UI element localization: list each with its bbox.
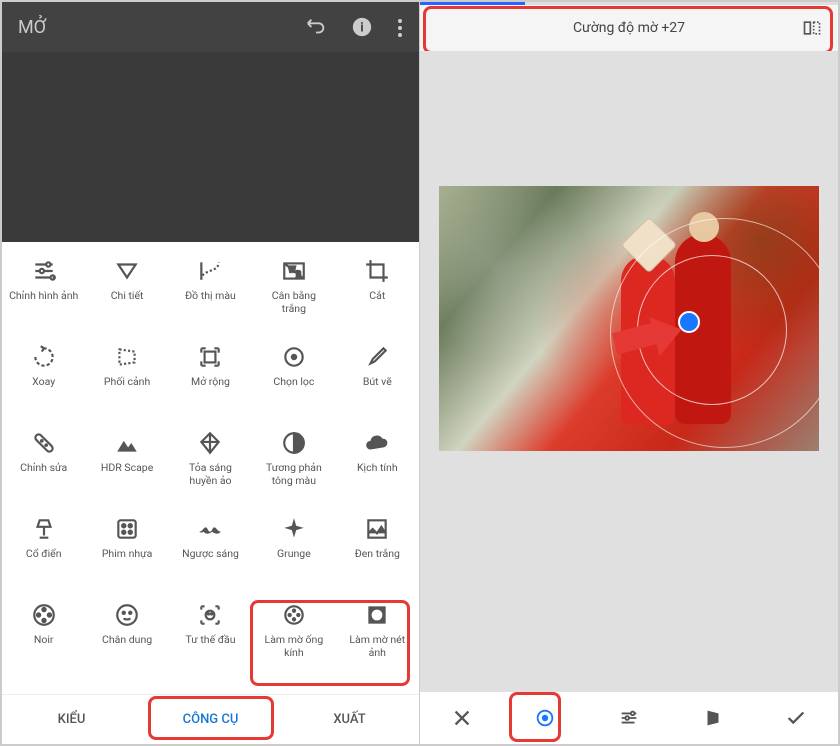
brush-icon xyxy=(364,344,390,370)
tool-lens-blur[interactable]: Làm mờ ống kính xyxy=(252,598,335,684)
tool-rotate[interactable]: Xoay xyxy=(2,340,85,426)
bandage-icon xyxy=(31,430,57,456)
tool-head-pose[interactable]: Tư thế đầu xyxy=(169,598,252,684)
editing-canvas[interactable] xyxy=(420,51,838,692)
sparkle-icon xyxy=(281,516,307,542)
left-phone-panel: MỞ i Chỉnh hình ảnh Chi tiết Đồ thị màu … xyxy=(2,2,420,744)
contrast-icon xyxy=(281,430,307,456)
bottom-tabs: KIỂU CÔNG CỤ XUẤT xyxy=(2,694,419,744)
style-button[interactable] xyxy=(671,707,755,729)
face-icon xyxy=(114,602,140,628)
svg-text:W: W xyxy=(288,265,295,274)
tool-drama[interactable]: Kịch tính xyxy=(336,426,419,512)
dice-icon xyxy=(114,516,140,542)
tool-selective[interactable]: Chọn lọc xyxy=(252,340,335,426)
face-scan-icon xyxy=(197,602,223,628)
svg-text:B: B xyxy=(296,269,301,278)
tab-export[interactable]: XUẤT xyxy=(280,695,419,744)
tool-crop[interactable]: Cắt xyxy=(336,254,419,340)
mustache-icon xyxy=(197,516,223,542)
info-icon[interactable]: i xyxy=(351,16,373,38)
left-topbar: MỞ i xyxy=(2,2,419,52)
tool-white-balance[interactable]: WBCân bằng trắng xyxy=(252,254,335,340)
tool-black-white[interactable]: Đen trắng xyxy=(336,512,419,598)
tool-brush[interactable]: Bút vẽ xyxy=(336,340,419,426)
diamond-icon xyxy=(197,430,223,456)
perspective-icon xyxy=(114,344,140,370)
lens-blur-icon xyxy=(281,602,307,628)
tool-vintage[interactable]: Cổ điển xyxy=(2,512,85,598)
tool-grainy-film[interactable]: Phim nhựa xyxy=(85,512,168,598)
photo-preview xyxy=(439,186,819,451)
tool-glamour-glow[interactable]: Tỏa sáng huyền ảo xyxy=(169,426,252,512)
rotate-icon xyxy=(31,344,57,370)
crop-icon xyxy=(364,258,390,284)
compare-icon[interactable] xyxy=(802,18,822,38)
tool-hdr-scape[interactable]: HDR Scape xyxy=(85,426,168,512)
undo-icon[interactable] xyxy=(305,16,327,38)
curve-icon xyxy=(197,258,223,284)
tool-grunge[interactable]: Grunge xyxy=(252,512,335,598)
right-bottom-bar xyxy=(420,692,838,744)
vignette-icon xyxy=(364,602,390,628)
tool-portrait[interactable]: Chân dung xyxy=(85,598,168,684)
tools-grid: Chỉnh hình ảnh Chi tiết Đồ thị màu WBCân… xyxy=(2,242,419,694)
tune-icon xyxy=(31,258,57,284)
mountains-icon xyxy=(114,430,140,456)
tool-perspective[interactable]: Phối cảnh xyxy=(85,340,168,426)
tool-details[interactable]: Chi tiết xyxy=(85,254,168,340)
adjust-button[interactable] xyxy=(587,707,671,729)
tab-style[interactable]: KIỂU xyxy=(2,695,141,744)
blur-shape-button[interactable] xyxy=(504,707,588,729)
tool-curves[interactable]: Đồ thị màu xyxy=(169,254,252,340)
left-image-preview xyxy=(2,52,419,242)
target-icon xyxy=(281,344,307,370)
right-phone-panel: Cường độ mờ +27 xyxy=(420,2,838,744)
open-label[interactable]: MỞ xyxy=(18,17,305,38)
triangle-down-icon xyxy=(114,258,140,284)
image-icon xyxy=(364,516,390,542)
cancel-button[interactable] xyxy=(420,707,504,729)
more-icon[interactable] xyxy=(397,16,403,38)
tab-tools[interactable]: CÔNG CỤ xyxy=(141,695,280,744)
tool-vignette[interactable]: Làm mờ nét ảnh xyxy=(336,598,419,684)
wb-icon: WB xyxy=(281,258,307,284)
cloud-icon xyxy=(364,430,390,456)
reel-icon xyxy=(31,602,57,628)
blur-strength-label: Cường độ mờ +27 xyxy=(573,20,685,36)
apply-button[interactable] xyxy=(754,707,838,729)
tool-healing[interactable]: Chỉnh sửa xyxy=(2,426,85,512)
tool-noir[interactable]: Noir xyxy=(2,598,85,684)
svg-text:i: i xyxy=(360,21,363,36)
expand-icon xyxy=(197,344,223,370)
lamp-icon xyxy=(31,516,57,542)
tool-tune-image[interactable]: Chỉnh hình ảnh xyxy=(2,254,85,340)
tool-tonal-contrast[interactable]: Tương phản tông màu xyxy=(252,426,335,512)
tool-retrolux[interactable]: Ngược sáng xyxy=(169,512,252,598)
blur-strength-header: Cường độ mờ +27 xyxy=(420,5,838,51)
tool-expand[interactable]: Mở rộng xyxy=(169,340,252,426)
